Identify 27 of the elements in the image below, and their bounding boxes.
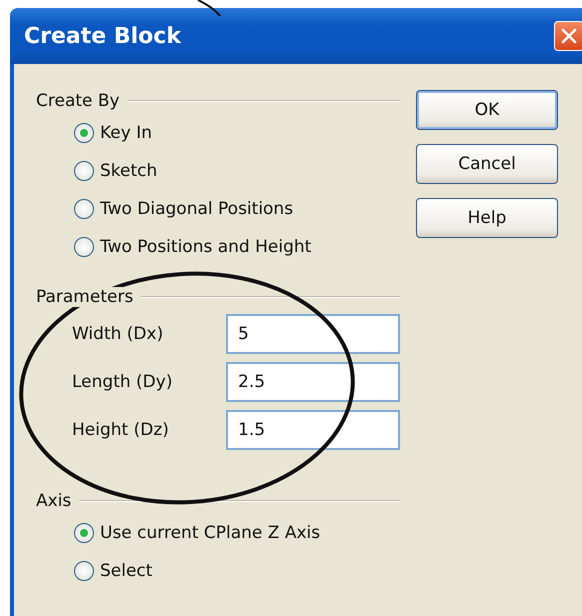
field-label: Height (Dz) <box>72 420 170 440</box>
input-field[interactable]: 2.5 <box>226 362 400 402</box>
radio-option[interactable]: Sketch <box>74 152 158 190</box>
radio-option[interactable]: Two Diagonal Positions <box>74 190 294 228</box>
radio-button[interactable] <box>74 161 94 181</box>
field-label: Length (Dy) <box>72 372 174 392</box>
dialog-button[interactable]: Help <box>416 198 558 238</box>
window-title: Create Block <box>24 24 181 48</box>
radio-option[interactable]: Select <box>74 552 152 590</box>
close-icon <box>561 28 577 44</box>
radio-option[interactable]: Key In <box>74 114 152 152</box>
radio-button[interactable] <box>74 123 94 143</box>
radio-button[interactable] <box>74 561 94 581</box>
radio-option[interactable]: Two Positions and Height <box>74 228 312 266</box>
group-label: Parameters <box>36 287 134 307</box>
radio-button[interactable] <box>74 237 94 257</box>
radio-button[interactable] <box>74 523 94 543</box>
dialog-button[interactable]: Cancel <box>416 144 558 184</box>
annotation-line <box>198 0 221 17</box>
radio-option[interactable]: Use current CPlane Z Axis <box>74 514 320 552</box>
group-label: Create By <box>36 91 120 111</box>
ok-button[interactable]: OK <box>416 90 558 130</box>
close-button[interactable] <box>554 21 582 51</box>
input-field[interactable]: 1.5 <box>226 410 400 450</box>
input-field[interactable]: 5 <box>226 314 400 354</box>
radio-button[interactable] <box>74 199 94 219</box>
field-label: Width (Dx) <box>72 324 164 344</box>
